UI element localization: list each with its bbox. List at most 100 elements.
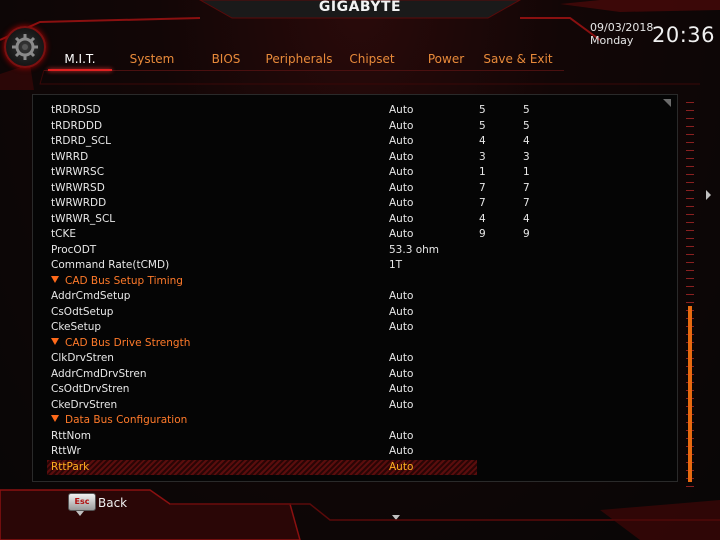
setting-value[interactable]: Auto	[389, 320, 413, 335]
scroll-tick	[686, 174, 694, 175]
channel-value: 9	[479, 228, 486, 240]
setting-name-text: RttNom	[51, 429, 92, 442]
scroll-tick	[686, 198, 694, 199]
setting-name: RttPark	[51, 460, 89, 475]
setting-value[interactable]: Auto	[389, 103, 413, 118]
setting-row[interactable]: tRDRDSD Auto 5 5	[33, 103, 677, 118]
setting-row[interactable]: CsOdtSetup Auto	[33, 305, 677, 320]
setting-row[interactable]: tCKE Auto 9 9	[33, 227, 677, 242]
section-label: CAD Bus Setup Timing	[51, 274, 183, 289]
setting-value[interactable]: Auto	[389, 150, 413, 165]
setting-name-text: AddrCmdDrvStren	[51, 367, 147, 380]
tab-peripherals[interactable]: Peripherals	[264, 48, 334, 70]
setting-value[interactable]: Auto	[389, 134, 413, 149]
tab-system[interactable]: System	[120, 48, 184, 70]
setting-value[interactable]: Auto	[389, 460, 413, 475]
triangle-down-icon	[51, 415, 59, 422]
setting-name: CkeDrvStren	[51, 398, 117, 413]
scrollbar-thumb[interactable]	[688, 306, 692, 482]
channel-value: 7	[479, 181, 486, 194]
setting-row[interactable]: CkeSetup Auto	[33, 320, 677, 335]
setting-name: tCKE	[51, 227, 76, 242]
setting-value[interactable]: Auto	[389, 444, 413, 459]
gear-icon[interactable]	[4, 26, 46, 68]
scroll-tick	[686, 254, 694, 255]
setting-value[interactable]: Auto	[389, 289, 413, 304]
setting-row[interactable]: Command Rate(tCMD) 1T	[33, 258, 677, 273]
setting-name: tWRWR_SCL	[51, 212, 115, 227]
setting-row[interactable]: tRDRDDD Auto 5 5	[33, 119, 677, 134]
setting-row[interactable]: tWRRD Auto 3 3	[33, 150, 677, 165]
setting-row[interactable]: tWRWRSD Auto 7 7	[33, 181, 677, 196]
setting-name: tWRRD	[51, 150, 88, 165]
setting-name: tRDRDDD	[51, 119, 102, 134]
scroll-tick	[686, 158, 694, 159]
section-header[interactable]: CAD Bus Drive Strength	[33, 336, 677, 351]
setting-name: RttWr	[51, 444, 81, 459]
setting-name-text: Data Bus Configuration	[65, 414, 188, 426]
section-header[interactable]: CAD Bus Setup Timing	[33, 274, 677, 289]
setting-row[interactable]: RttPark Auto	[33, 459, 677, 475]
setting-name-text: tRDRDSD	[51, 104, 101, 116]
setting-value[interactable]: Auto	[389, 227, 413, 242]
bios-screen: GIGABYTE M.I.T. System BIOS Peripherals …	[0, 0, 720, 540]
setting-row[interactable]: RttWr Auto	[33, 444, 677, 459]
setting-row[interactable]: ProcODT 53.3 ohm	[33, 243, 677, 258]
tab-mit[interactable]: M.I.T.	[48, 48, 112, 70]
day-display: Monday	[590, 34, 634, 47]
setting-name-text: tWRWRDD	[51, 197, 107, 209]
scroll-tick	[686, 110, 694, 111]
setting-row[interactable]: tWRWR_SCL Auto 4 4	[33, 212, 677, 227]
setting-row[interactable]: tWRWRSC Auto 1 1	[33, 165, 677, 180]
scroll-tick	[686, 150, 694, 151]
channel-value: 9	[523, 228, 530, 240]
footer-decoration	[0, 489, 720, 540]
tab-bios[interactable]: BIOS	[196, 48, 256, 70]
scroll-tick	[686, 182, 694, 183]
channel-value: 7	[479, 197, 486, 209]
scroll-tick	[686, 230, 694, 231]
setting-name: tRDRD_SCL	[51, 134, 111, 149]
setting-name-text: tRDRD_SCL	[51, 135, 111, 147]
setting-name-text: CkeDrvStren	[51, 398, 118, 411]
setting-row[interactable]: ClkDrvStren Auto	[33, 351, 677, 366]
setting-name-text: tRDRDDD	[51, 119, 103, 132]
setting-value[interactable]: Auto	[389, 196, 413, 211]
setting-row[interactable]: RttNom Auto	[33, 429, 677, 444]
chevron-down-icon	[76, 511, 84, 516]
setting-row[interactable]: CsOdtDrvStren Auto	[33, 382, 677, 397]
setting-row[interactable]: tWRWRDD Auto 7 7	[33, 196, 677, 211]
scrollbar[interactable]	[686, 102, 694, 494]
setting-value[interactable]: Auto	[389, 398, 413, 413]
tab-power[interactable]: Power	[418, 48, 474, 70]
setting-row[interactable]: CkeDrvStren Auto	[33, 398, 677, 413]
section-header[interactable]: Data Bus Configuration	[33, 413, 677, 428]
back-button[interactable]: Back	[98, 496, 127, 510]
setting-value[interactable]: Auto	[389, 382, 413, 397]
setting-row[interactable]: AddrCmdDrvStren Auto	[33, 367, 677, 382]
chevron-right-icon[interactable]	[706, 190, 711, 200]
tab-save-exit[interactable]: Save & Exit	[482, 48, 554, 70]
tab-chipset[interactable]: Chipset	[344, 48, 400, 70]
setting-value[interactable]: Auto	[389, 165, 413, 180]
setting-value[interactable]: Auto	[389, 181, 413, 196]
setting-row[interactable]: tRDRD_SCL Auto 4 4	[33, 134, 677, 149]
setting-value[interactable]: Auto	[389, 429, 413, 444]
setting-name: tWRWRSC	[51, 165, 104, 180]
scroll-tick	[686, 262, 694, 263]
setting-name: CsOdtSetup	[51, 305, 113, 320]
setting-row[interactable]: AddrCmdSetup Auto	[33, 289, 677, 304]
setting-value[interactable]: Auto	[389, 367, 413, 382]
setting-value[interactable]: 1T	[389, 258, 402, 273]
setting-value[interactable]: Auto	[389, 119, 413, 134]
setting-value[interactable]: Auto	[389, 305, 413, 320]
scroll-tick	[686, 206, 694, 207]
esc-key-button[interactable]: Esc	[68, 493, 96, 511]
setting-value[interactable]: Auto	[389, 212, 413, 227]
setting-value[interactable]: Auto	[389, 351, 413, 366]
setting-name-text: tWRWRSD	[51, 181, 105, 194]
channel-value: 3	[479, 150, 486, 163]
setting-value[interactable]: 53.3 ohm	[389, 243, 439, 258]
channel-value: 1	[523, 166, 530, 178]
setting-name-text: CkeSetup	[51, 321, 102, 333]
